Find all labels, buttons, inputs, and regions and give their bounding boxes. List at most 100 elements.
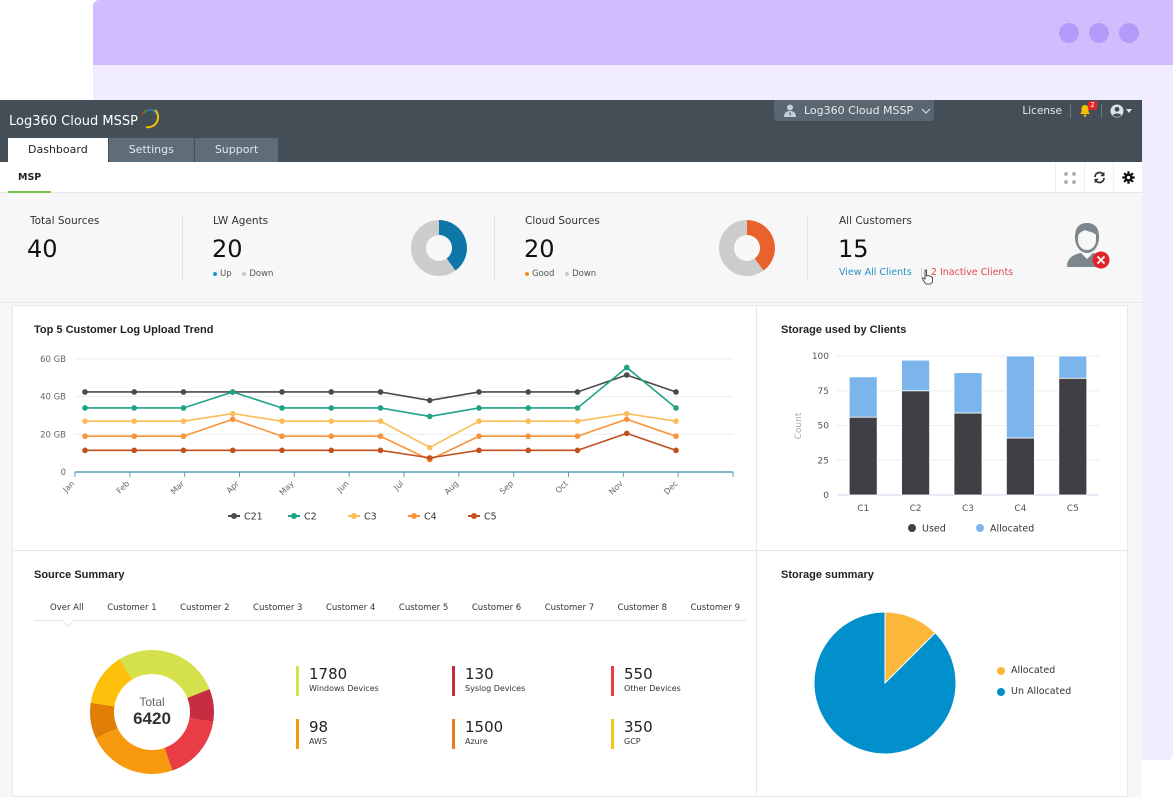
data-point bbox=[229, 447, 236, 454]
data-point bbox=[279, 418, 285, 424]
x-tick-label: C3 bbox=[962, 504, 974, 514]
data-point bbox=[623, 372, 630, 378]
legend-label: Used bbox=[922, 524, 946, 535]
data-point bbox=[279, 405, 285, 411]
legend-dot bbox=[213, 271, 217, 276]
view-all-clients-link[interactable]: View All Clients bbox=[839, 267, 912, 278]
storage-summary-panel: Storage summary Allocated Un Allocated bbox=[756, 550, 1128, 797]
source-tab-customer-4[interactable]: Customer 4 bbox=[326, 601, 375, 620]
bar-segment bbox=[1058, 377, 1088, 496]
donut-center: Total 6420 bbox=[89, 695, 215, 729]
stat-cloud-sources: Cloud Sources 20 Good Down bbox=[524, 193, 785, 303]
data-point bbox=[673, 389, 679, 395]
data-point bbox=[673, 405, 679, 411]
bar-segment bbox=[1005, 355, 1035, 439]
storage-by-clients-panel: Storage used by Clients 0 25 50 75 100 Count C… bbox=[756, 305, 1128, 551]
source-name: Other Devices bbox=[624, 684, 681, 693]
y-tick-label: 25 bbox=[818, 456, 829, 466]
legend-dot bbox=[242, 271, 247, 276]
refresh-button[interactable] bbox=[1084, 162, 1113, 193]
tab-dashboard[interactable]: Dashboard bbox=[8, 138, 108, 162]
tab-support[interactable]: Support bbox=[194, 138, 279, 162]
data-point bbox=[180, 389, 187, 395]
org-selector[interactable]: Log360 Cloud MSSP bbox=[774, 100, 934, 121]
stat-value: 20 bbox=[524, 235, 555, 263]
data-point bbox=[377, 433, 384, 440]
app-window: Log360 Cloud MSSP Dashboard Settings Sup… bbox=[0, 100, 1142, 797]
legend-label: C21 bbox=[244, 512, 263, 523]
source-item: 550 Other Devices bbox=[611, 666, 681, 696]
top-right-actions: License 2 bbox=[1022, 101, 1132, 120]
legend-dot bbox=[997, 666, 1005, 675]
source-tab-customer-6[interactable]: Customer 6 bbox=[472, 601, 521, 620]
stat-legend: Good Down bbox=[525, 269, 596, 279]
source-tab-customer-2[interactable]: Customer 2 bbox=[180, 601, 229, 620]
data-point bbox=[279, 389, 285, 395]
data-point bbox=[180, 447, 187, 454]
source-tab-customer-9[interactable]: Customer 9 bbox=[691, 601, 740, 620]
x-tick-label: Oct bbox=[554, 479, 570, 495]
caret-down-icon bbox=[1126, 109, 1132, 113]
series-line-C4 bbox=[85, 418, 677, 461]
sub-bar: MSP bbox=[0, 162, 1142, 193]
divider bbox=[1070, 104, 1071, 118]
bar-segment bbox=[901, 390, 931, 496]
data-point bbox=[279, 433, 285, 440]
window-dot bbox=[1119, 23, 1139, 43]
legend-swatch-dot bbox=[291, 513, 297, 519]
user-circle-icon bbox=[1110, 104, 1124, 118]
settings-button[interactable] bbox=[1113, 162, 1142, 193]
source-tab-customer-3[interactable]: Customer 3 bbox=[253, 601, 302, 620]
stat-value: 20 bbox=[212, 235, 243, 263]
license-link[interactable]: License bbox=[1022, 105, 1062, 117]
source-tab-customer-5[interactable]: Customer 5 bbox=[399, 601, 448, 620]
source-count: 550 bbox=[624, 665, 653, 683]
x-tick-label: C1 bbox=[857, 504, 869, 514]
y-tick-label: 0 bbox=[823, 491, 829, 501]
source-tab-customer-8[interactable]: Customer 8 bbox=[618, 601, 667, 620]
inactive-clients-link[interactable]: 2 Inactive Clients bbox=[931, 267, 1013, 278]
data-point bbox=[574, 433, 581, 440]
legend-dot bbox=[525, 271, 529, 276]
divider bbox=[182, 215, 183, 280]
data-point bbox=[82, 418, 88, 424]
source-tab-customer-1[interactable]: Customer 1 bbox=[107, 601, 156, 620]
divider bbox=[494, 215, 495, 280]
legend-label: C5 bbox=[484, 512, 497, 523]
source-count: 98 bbox=[309, 718, 329, 736]
source-tab-customer-7[interactable]: Customer 7 bbox=[545, 601, 594, 620]
source-name: AWS bbox=[309, 737, 328, 746]
bar-segment bbox=[953, 372, 983, 414]
data-point bbox=[525, 433, 532, 440]
tab-settings[interactable]: Settings bbox=[108, 138, 194, 162]
app-logo[interactable]: Log360 Cloud MSSP bbox=[9, 108, 160, 129]
legend-item[interactable]: Un Allocated bbox=[997, 686, 1071, 697]
tab-msp[interactable]: MSP bbox=[8, 162, 52, 193]
x-tick-label: Nov bbox=[607, 479, 625, 497]
x-tick-label: Apr bbox=[225, 479, 242, 496]
fullscreen-button[interactable] bbox=[1055, 162, 1084, 193]
data-point bbox=[82, 447, 88, 454]
data-point bbox=[525, 447, 532, 454]
legend-item[interactable]: Allocated bbox=[997, 665, 1071, 676]
x-tick-label: Dec bbox=[662, 479, 679, 496]
bar-segment bbox=[953, 412, 983, 496]
storage-summary-pie bbox=[813, 611, 957, 755]
data-point bbox=[377, 405, 384, 411]
toolbar bbox=[1055, 162, 1142, 193]
data-point bbox=[623, 410, 630, 417]
donut-slice bbox=[95, 728, 173, 774]
data-point bbox=[82, 433, 88, 440]
x-tick-label: C4 bbox=[1014, 504, 1026, 514]
stat-lw-agents: LW Agents 20 Up Down bbox=[212, 193, 473, 303]
legend-label: C2 bbox=[304, 512, 317, 523]
y-tick-label: 50 bbox=[818, 422, 830, 432]
user-menu[interactable] bbox=[1110, 104, 1132, 118]
data-point bbox=[476, 418, 482, 424]
y-tick-label: 60 GB bbox=[40, 355, 66, 365]
source-name: Azure bbox=[465, 737, 488, 746]
data-point bbox=[279, 447, 285, 454]
x-tick-label: Jan bbox=[61, 479, 77, 495]
legend-good: Good bbox=[532, 269, 555, 279]
notifications-button[interactable]: 2 bbox=[1079, 101, 1097, 118]
